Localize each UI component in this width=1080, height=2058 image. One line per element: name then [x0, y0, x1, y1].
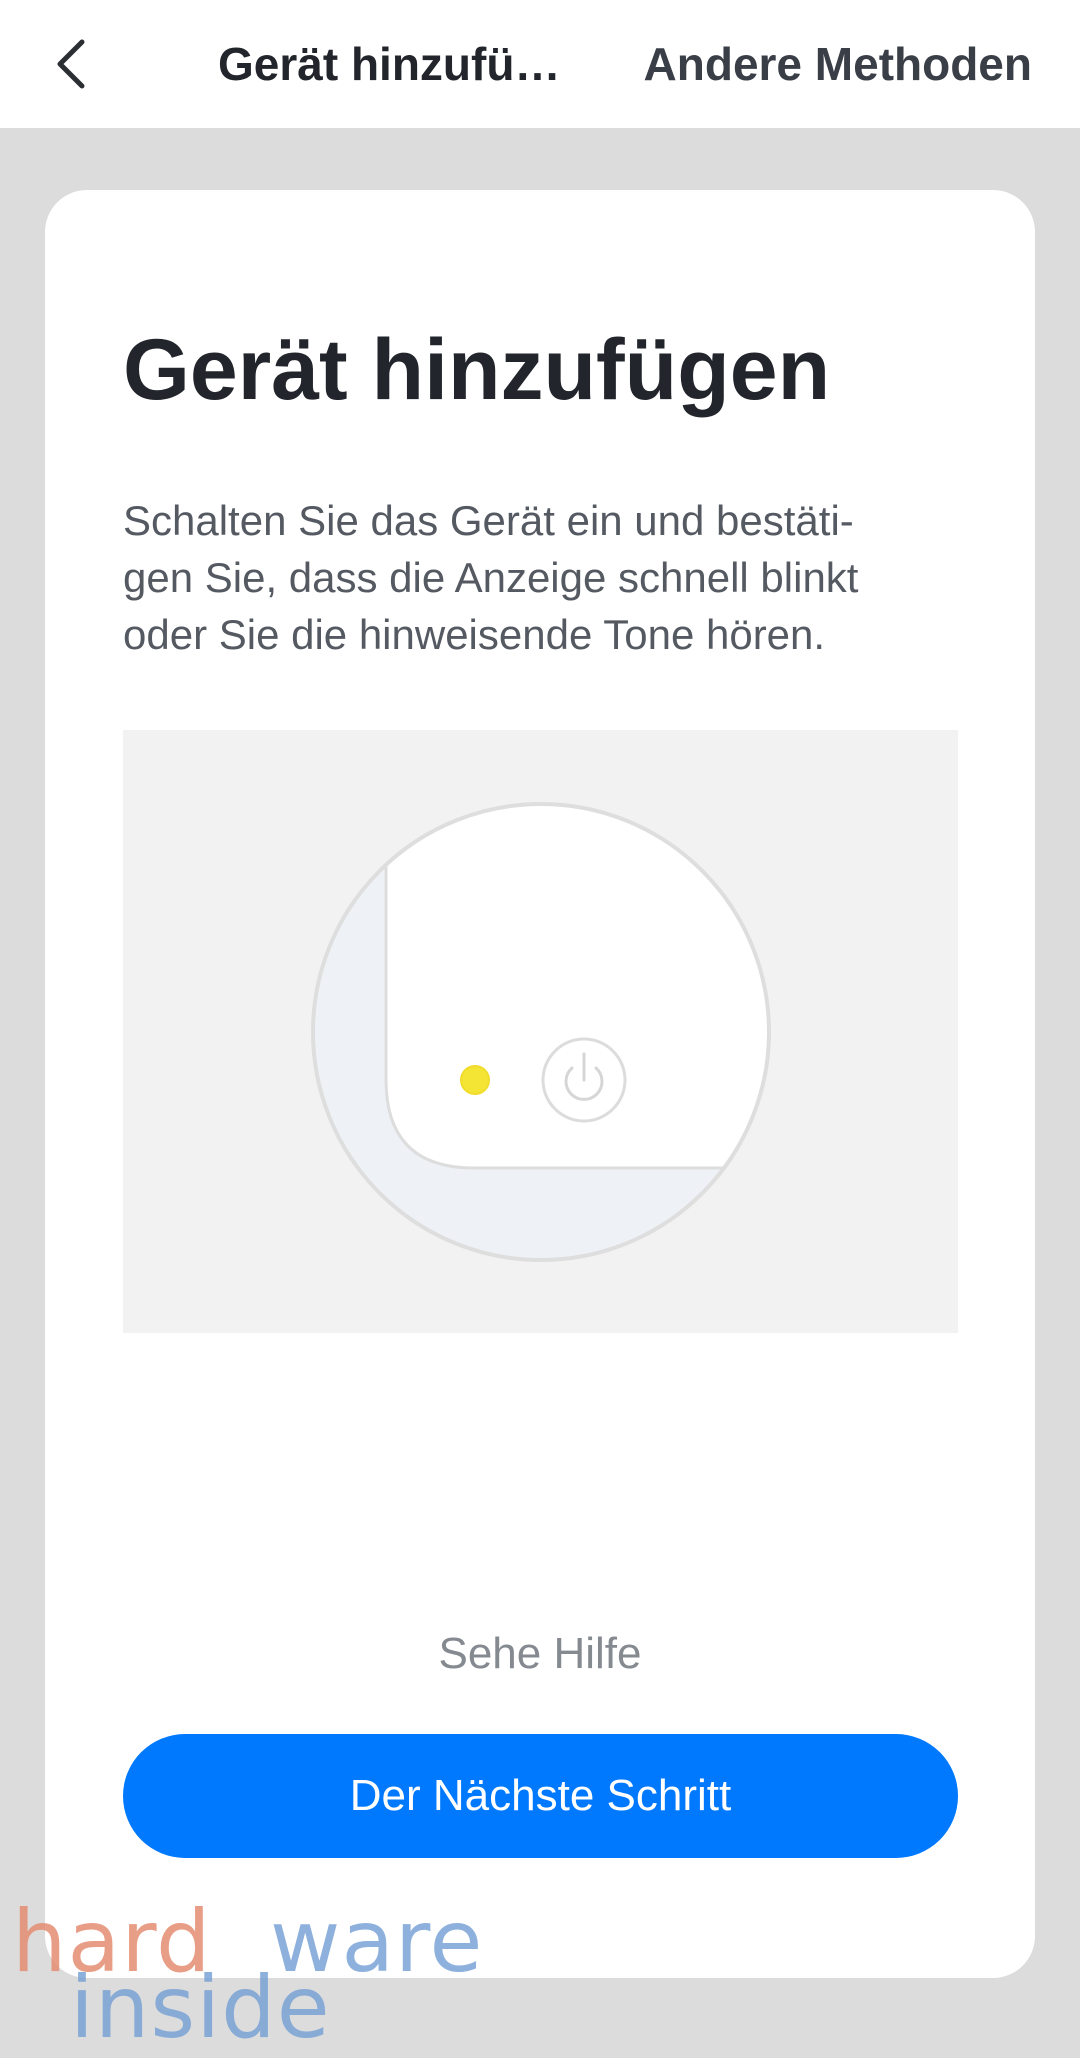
back-button[interactable]	[36, 28, 108, 100]
card-heading: Gerät hinzufügen	[123, 322, 831, 418]
page-title: Gerät hinzufügen	[218, 38, 588, 90]
instructions-line: gen Sie, dass die Anzeige schnell blinkt	[123, 554, 859, 601]
smart-plug-illustration	[311, 802, 771, 1262]
other-methods-button[interactable]: Andere Methoden	[644, 36, 1032, 92]
indicator-led	[460, 1065, 490, 1095]
chevron-left-icon	[57, 39, 85, 89]
instructions-line: oder Sie die hinweisende Tone hören.	[123, 611, 826, 658]
watermark-logo: hard ware inside	[12, 1892, 532, 2058]
instructions-line: Schalten Sie das Gerät ein und bestäti-	[123, 497, 854, 544]
top-navigation-bar: Gerät hinzufügen Andere Methoden	[0, 0, 1080, 128]
add-device-card: Gerät hinzufügen Schalten Sie das Gerät …	[45, 190, 1035, 1978]
watermark-text: inside	[70, 1958, 331, 2058]
see-help-link[interactable]: Sehe Hilfe	[45, 1626, 1035, 1682]
instructions-text: Schalten Sie das Gerät ein und bestäti- …	[123, 492, 973, 663]
next-step-button[interactable]: Der Nächste Schritt	[123, 1734, 958, 1858]
device-illustration	[123, 730, 958, 1333]
